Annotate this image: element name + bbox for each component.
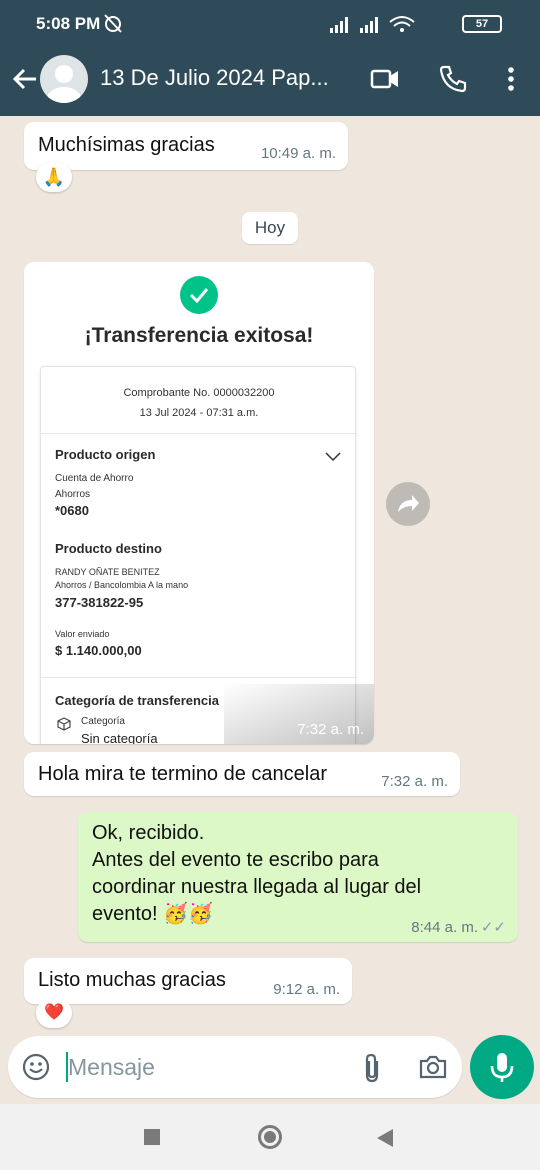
message-time: 9:12 a. m. [273,981,340,998]
camera-icon[interactable] [418,1053,448,1086]
reaction-badge[interactable]: 🙏 [36,162,72,192]
receipt-date: 13 Jul 2024 - 07:31 a.m. [139,407,259,419]
chat-area[interactable]: Muchísimas gracias 10:49 a. m. 🙏 Hoy ¡Tr… [0,116,540,1034]
divider [41,433,357,434]
dest-name: RANDY OÑATE BENITEZ [55,567,160,577]
avatar[interactable] [40,55,88,103]
message-incoming[interactable]: Muchísimas gracias 10:49 a. m. [24,122,348,170]
video-call-icon[interactable] [368,62,402,96]
alarm-off-icon [102,12,124,39]
message-time: 8:44 a. m. [411,919,478,936]
origin-number: *0680 [55,503,89,518]
chat-header: 13 De Julio 2024 Pap... [0,48,540,116]
message-time: 7:32 a. m. [381,773,448,790]
status-time: 5:08 PM [36,14,101,33]
battery-indicator: 57 [462,15,502,33]
message-text: Hola mira te termino de cancelar [38,763,328,785]
divider [41,677,357,678]
category-value: Sin categoría [81,731,158,744]
chat-title[interactable]: 13 De Julio 2024 Pap... [100,65,360,91]
origin-sub: Ahorros [55,489,91,500]
phone-call-icon[interactable] [436,62,470,96]
forward-icon[interactable] [386,482,430,526]
message-time: 10:49 a. m. [260,145,336,162]
reaction-badge[interactable]: ❤️ [36,998,72,1028]
receipt-title: ¡Transferencia exitosa! [84,324,314,347]
microphone-icon [490,1053,514,1082]
receipt-voucher: Comprobante No. 0000032200 [123,387,275,399]
status-bar: 5:08 PM 57 [0,0,540,48]
dest-sub: Ahorros / Bancolombia A la mano [55,580,189,590]
read-receipt-icon: ✓✓ [480,919,506,936]
system-nav-bar [0,1104,540,1170]
image-message-receipt[interactable]: ¡Transferencia exitosa! Comprobante No. … [24,262,374,744]
category-label: Categoría de transferencia [55,693,220,708]
back-triangle-icon[interactable] [376,1128,394,1153]
signal-icon [330,14,450,39]
date-chip: Hoy [242,212,298,244]
message-text: Listo muchas gracias [38,969,226,991]
dest-label: Producto destino [55,541,162,556]
message-composer[interactable]: Mensaje [8,1036,462,1098]
origin-label: Producto origen [55,447,156,462]
message-input[interactable]: Mensaje [68,1054,155,1081]
category-sub: Categoría [81,716,125,727]
message-incoming[interactable]: Hola mira te termino de cancelar 7:32 a.… [24,752,460,796]
chevron-down-icon [325,449,341,467]
back-arrow-icon[interactable] [10,64,40,94]
attach-icon[interactable] [360,1052,384,1089]
message-text: Ok, recibido. Antes del evento te escrib… [92,822,422,925]
origin-type: Cuenta de Ahorro [55,473,134,484]
amount-value: $ 1.140.000,00 [55,643,142,658]
more-options-icon[interactable] [494,62,528,96]
message-incoming[interactable]: Listo muchas gracias 9:12 a. m. [24,958,352,1004]
recents-square-icon[interactable] [144,1129,160,1145]
home-circle-icon[interactable] [258,1125,282,1149]
message-text: Muchísimas gracias [38,134,215,156]
voice-message-button[interactable] [470,1035,534,1099]
dest-number: 377-381822-95 [55,595,144,610]
success-check-icon [180,276,218,314]
message-outgoing[interactable]: Ok, recibido. Antes del evento te escrib… [78,812,518,942]
amount-label: Valor enviado [55,629,110,639]
emoji-icon[interactable] [22,1053,50,1086]
box-icon [57,717,71,736]
message-time: 7:32 a. m. [297,721,364,738]
